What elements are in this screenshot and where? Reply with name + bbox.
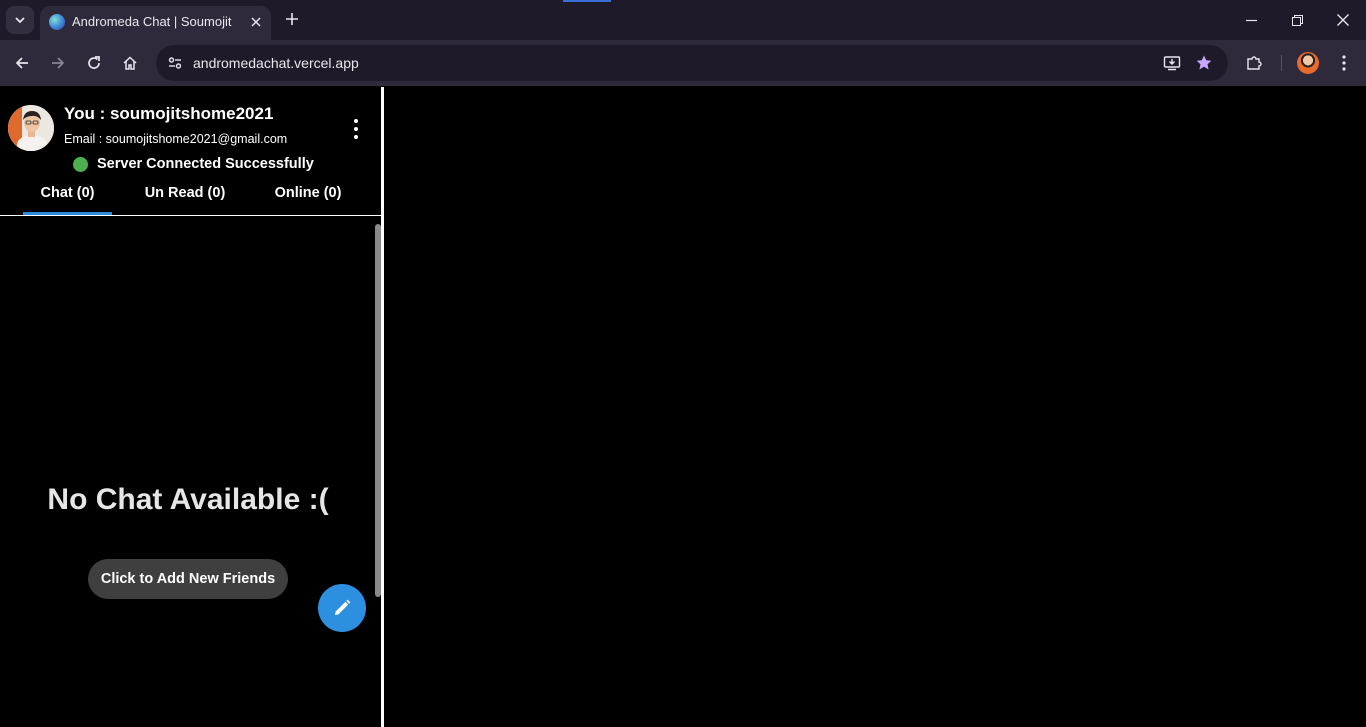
current-user-email: Email : soumojitshome2021@gmail.com (64, 132, 288, 146)
tab-unread[interactable]: Un Read (0) (130, 183, 240, 215)
avatar[interactable] (8, 105, 54, 151)
url-text[interactable]: andromedachat.vercel.app (193, 55, 359, 71)
connection-status-text: Server Connected Successfully (97, 156, 314, 172)
star-icon (1196, 55, 1212, 70)
window-top-indicator (563, 0, 611, 2)
empty-state-title: No Chat Available :( (47, 483, 329, 516)
current-user-name: You : soumojitshome2021 (64, 104, 274, 123)
arrow-left-icon (15, 57, 28, 69)
site-info-button[interactable] (162, 50, 188, 76)
install-app-button[interactable] (1160, 51, 1184, 75)
minimize-button[interactable] (1235, 4, 1267, 36)
home-button[interactable] (116, 49, 144, 77)
pencil-icon (335, 599, 351, 615)
address-bar[interactable]: andromedachat.vercel.app (156, 45, 1228, 81)
add-new-friends-button[interactable]: Click to Add New Friends (88, 559, 288, 599)
chat-sidebar: You : soumojitshome2021 Email : soumojit… (0, 87, 383, 727)
bookmark-button[interactable] (1192, 51, 1216, 75)
tab-title: Andromeda Chat | Soumojit (72, 14, 232, 29)
globe-icon (49, 14, 65, 30)
browser-toolbar: andromedachat.vercel.app (0, 40, 1366, 86)
toolbar-separator (1281, 55, 1282, 71)
browser-tab-bar: Andromeda Chat | Soumojit (0, 0, 1366, 40)
restore-button[interactable] (1281, 4, 1313, 36)
options-menu-button[interactable] (344, 115, 368, 143)
reload-button[interactable] (80, 49, 108, 77)
kebab-dot (354, 127, 358, 131)
home-icon (123, 56, 137, 70)
kebab-dot (354, 135, 358, 139)
tab-search-button[interactable] (6, 6, 34, 34)
puzzle-icon (1247, 56, 1262, 70)
arrow-right-icon (52, 57, 65, 69)
close-icon (251, 17, 261, 27)
tab-close-button[interactable] (247, 13, 265, 31)
kebab-dot (354, 119, 358, 123)
reload-icon (88, 56, 100, 69)
kebab-icon (1342, 55, 1346, 71)
profile-avatar[interactable] (1297, 52, 1319, 74)
app-viewport: You : soumojitshome2021 Email : soumojit… (0, 87, 1366, 727)
chat-tabs: Chat (0) Un Read (0) Online (0) (0, 183, 381, 216)
tune-icon (168, 57, 182, 69)
back-button[interactable] (8, 49, 36, 77)
chat-list (0, 217, 381, 727)
conversation-panel (384, 87, 1366, 727)
active-tab-indicator (23, 212, 112, 215)
restore-icon (1291, 14, 1303, 26)
forward-button[interactable] (44, 49, 72, 77)
minimize-icon (1245, 19, 1257, 21)
new-chat-fab[interactable] (318, 584, 366, 632)
extensions-button[interactable] (1240, 49, 1268, 77)
plus-icon (286, 13, 298, 25)
close-window-button[interactable] (1327, 4, 1359, 36)
connection-status-dot (73, 157, 88, 172)
browser-menu-button[interactable] (1330, 49, 1358, 77)
tab-chat[interactable]: Chat (0) (23, 183, 112, 215)
close-icon (1337, 14, 1349, 26)
chevron-down-icon (15, 17, 25, 24)
tab-online[interactable]: Online (0) (258, 183, 358, 215)
install-app-icon (1163, 56, 1181, 71)
new-tab-button[interactable] (282, 9, 302, 29)
user-photo (8, 105, 54, 151)
browser-tab[interactable]: Andromeda Chat | Soumojit (40, 6, 271, 40)
